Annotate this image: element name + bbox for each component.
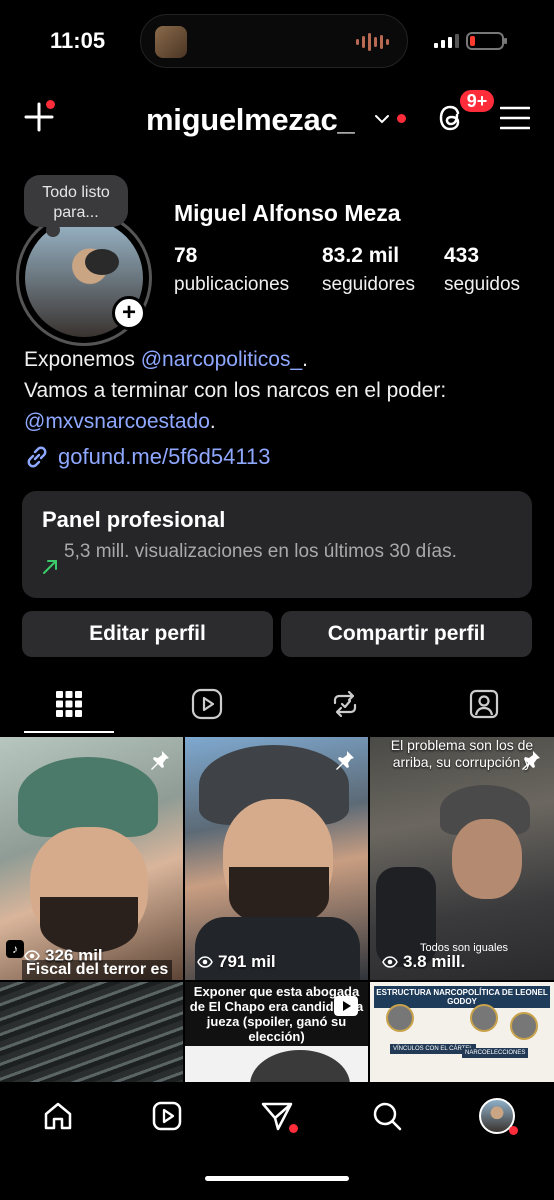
battery-icon (466, 32, 507, 50)
face-shape (452, 819, 522, 899)
reels-icon (152, 1101, 182, 1131)
pin-icon (336, 751, 354, 770)
search-icon (373, 1102, 402, 1131)
username-switcher[interactable]: miguelmezac_ (146, 102, 355, 138)
bio-text: Vamos a terminar con los narcos en el po… (24, 379, 447, 402)
tab-reposts[interactable] (325, 684, 365, 724)
tab-reels[interactable] (187, 684, 227, 724)
share-profile-button[interactable]: Compartir perfil (281, 611, 532, 657)
home-icon (44, 1102, 72, 1130)
add-story-plus-icon[interactable]: + (112, 296, 146, 330)
link-icon (27, 446, 47, 468)
stat-following-value: 433 (444, 244, 480, 267)
stat-posts[interactable]: 78 publicaciones (174, 244, 289, 296)
profile-notification-dot (509, 1126, 518, 1135)
panel-subtitle: 5,3 mill. visualizaciones en los últimos… (64, 541, 457, 562)
profile-link-text: gofund.me/5f6d54113 (58, 444, 271, 469)
dynamic-island[interactable] (140, 14, 408, 68)
home-indicator[interactable] (205, 1176, 349, 1181)
pin-icon (151, 751, 169, 770)
bio-mention-narcopoliticos[interactable]: @narcopoliticos_ (141, 348, 302, 371)
now-playing-thumbnail (155, 26, 187, 58)
stat-posts-value: 78 (174, 244, 198, 267)
bio-text: . (209, 410, 216, 433)
reels-icon (191, 688, 223, 720)
bio-mention-mxvsnarcoestado[interactable]: @mxvsnarcoestado (24, 410, 210, 433)
stat-following[interactable]: 433 seguidos (444, 244, 520, 296)
nav-reels[interactable] (147, 1096, 187, 1136)
account-notification-dot (397, 114, 406, 123)
profile-bio: Exponemos @narcopoliticos_. Vamos a term… (24, 344, 544, 437)
post-tile[interactable] (0, 982, 183, 1082)
post-views-count: 3.8 mill. (403, 952, 466, 971)
post-views: 791 mil (197, 952, 276, 972)
portrait-circle (470, 1004, 498, 1032)
tab-tagged[interactable] (464, 684, 504, 724)
portrait-circle (386, 1004, 414, 1032)
nav-home[interactable] (38, 1096, 78, 1136)
professional-dashboard[interactable]: Panel profesional 5,3 mill. visualizacio… (22, 491, 532, 598)
create-notification-dot (46, 100, 55, 109)
cellular-signal-icon (434, 34, 459, 48)
stat-followers-value: 83.2 mil (322, 244, 400, 267)
post-views: 3.8 mill. (382, 952, 465, 972)
post-views-count: 791 mil (218, 952, 276, 971)
stat-following-label: seguidos (444, 274, 521, 295)
grid-icon (56, 691, 82, 717)
profile-full-name: Miguel Alfonso Meza (174, 200, 401, 226)
portrait-circle (510, 1012, 538, 1040)
post-caption: Fiscal del terror es (22, 960, 173, 980)
video-icon (334, 996, 358, 1016)
nav-profile[interactable] (477, 1096, 518, 1136)
nav-search[interactable] (367, 1096, 407, 1136)
status-time: 11:05 (50, 28, 106, 53)
create-icon[interactable] (24, 100, 58, 134)
tab-posts-grid[interactable] (49, 684, 89, 724)
messages-notification-dot (289, 1124, 298, 1133)
active-tab-indicator (24, 731, 114, 733)
beard-shape (40, 897, 138, 953)
post-tile[interactable]: 791 mil (185, 737, 368, 980)
diagram-tag: NARCOELECCIONES (462, 1048, 529, 1058)
pin-icon (522, 751, 540, 770)
stat-followers-label: seguidores (322, 274, 415, 295)
post-tile[interactable]: Exponer que esta abogada de El Chapo era… (185, 982, 368, 1082)
views-icon (197, 956, 213, 968)
panel-title: Panel profesional (42, 507, 226, 532)
nav-messages[interactable] (257, 1096, 298, 1136)
username: miguelmezac_ (146, 102, 355, 137)
bio-text: Exponemos (24, 348, 141, 371)
cap-shape (18, 757, 158, 837)
repost-icon (333, 690, 357, 718)
post-tile[interactable]: El problema son los de arriba, su corrup… (370, 737, 554, 980)
tiktok-icon: ♪ (6, 940, 24, 958)
bio-text: . (302, 348, 308, 371)
stat-followers[interactable]: 83.2 mil seguidores (322, 244, 415, 296)
threads-notification-badge: 9+ (458, 88, 496, 114)
views-icon (382, 956, 398, 968)
stat-posts-label: publicaciones (174, 274, 290, 295)
post-tile[interactable]: ESTRUCTURA NARCOPOLÍTICA DE LEONEL GODOY… (370, 982, 554, 1082)
person-shape (250, 1050, 350, 1082)
tagged-icon (469, 689, 499, 719)
audio-wave-icon (356, 33, 389, 51)
edit-profile-button[interactable]: Editar perfil (22, 611, 273, 657)
profile-link[interactable]: gofund.me/5f6d54113 (24, 444, 270, 470)
menu-icon[interactable] (499, 106, 531, 130)
trend-up-icon (43, 560, 57, 574)
chevron-down-icon[interactable] (374, 113, 390, 125)
post-tile[interactable]: ♪ 326 mil Fiscal del terror es (0, 737, 183, 980)
profile-note-bubble[interactable]: Todo listo para... (24, 175, 128, 237)
